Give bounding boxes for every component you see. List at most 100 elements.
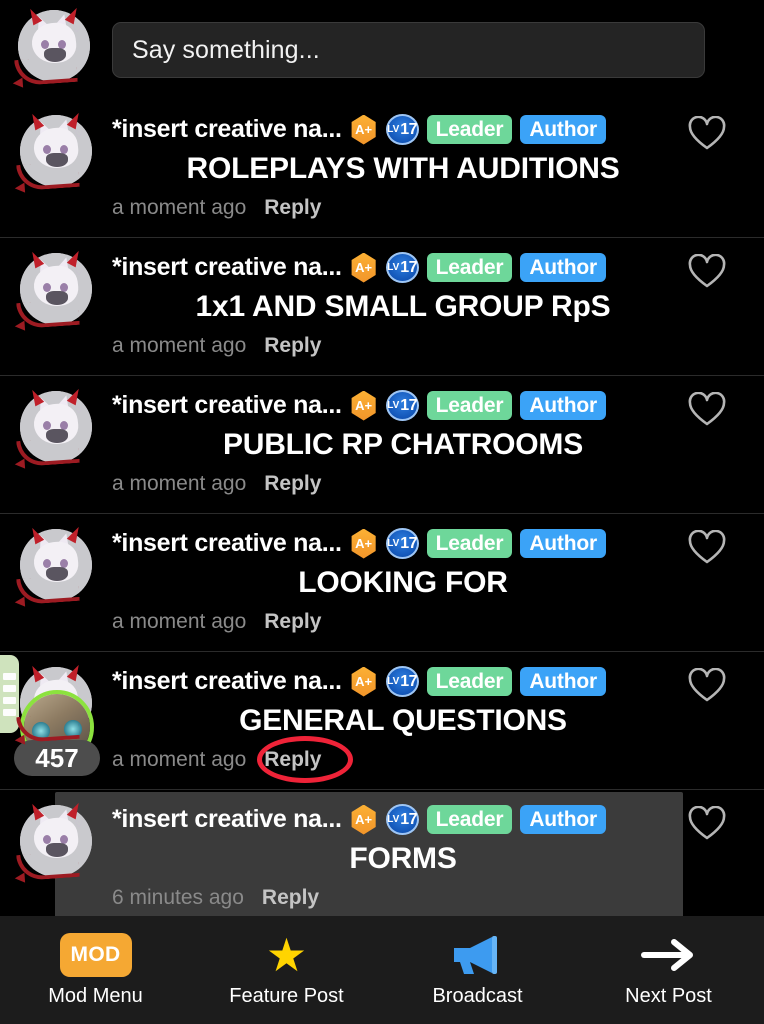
composer-avatar[interactable]: ♡ bbox=[14, 5, 90, 87]
level-badge-icon: LV 17 bbox=[385, 114, 419, 145]
reply-annotation-circle bbox=[257, 736, 353, 783]
bottom-toolbar: MOD Mod Menu ★ Feature Post Broadcast Ne… bbox=[0, 916, 764, 1024]
gem-badge-label: A+ bbox=[355, 398, 373, 413]
like-button[interactable] bbox=[687, 254, 727, 290]
comment-meta: *insert creative na... A+ LV 17 Leader Au… bbox=[112, 390, 606, 421]
like-button[interactable] bbox=[687, 116, 727, 152]
comment-text: 1x1 AND SMALL GROUP RpS bbox=[195, 290, 611, 323]
toolbar-label: Feature Post bbox=[229, 984, 344, 1007]
comment-list: ♡ *insert creative na... A+ LV 17 Leader … bbox=[0, 100, 764, 928]
like-button[interactable] bbox=[687, 668, 727, 704]
devil-tail-icon bbox=[16, 850, 80, 882]
avatar: ♡ bbox=[16, 110, 92, 192]
reply-link[interactable]: Reply bbox=[264, 334, 321, 358]
avatar: ♡ bbox=[16, 248, 92, 330]
leader-tag: Leader bbox=[426, 391, 513, 420]
gem-badge-label: A+ bbox=[355, 674, 373, 689]
author-tag: Author bbox=[520, 805, 606, 834]
level-badge-prefix: LV bbox=[387, 814, 400, 825]
like-button[interactable] bbox=[687, 530, 727, 566]
level-badge-icon: LV 17 bbox=[385, 252, 419, 283]
gem-badge-icon: A+ bbox=[350, 666, 378, 697]
heart-decoration-icon: ♡ bbox=[74, 405, 83, 415]
level-badge-number: 17 bbox=[400, 810, 418, 828]
comment-avatar[interactable]: ♡ bbox=[16, 386, 92, 468]
comment-meta: *insert creative na... A+ LV 17 Leader Au… bbox=[112, 528, 606, 559]
reply-link[interactable]: Reply bbox=[264, 610, 321, 634]
comment-text: ROLEPLAYS WITH AUDITIONS bbox=[186, 152, 620, 185]
comment-text: PUBLIC RP CHATROOMS bbox=[222, 428, 584, 461]
devil-tail-icon bbox=[16, 574, 80, 606]
heart-icon bbox=[688, 392, 726, 426]
heart-decoration-icon: ♡ bbox=[74, 267, 83, 277]
avatar: ♡ bbox=[16, 800, 92, 882]
toolbar-item-mod-menu[interactable]: MOD Mod Menu bbox=[0, 932, 191, 1008]
comment-row[interactable]: ♡ *insert creative na... A+ LV 17 Leader … bbox=[0, 790, 764, 928]
comment-row[interactable]: ♡ *insert creative na... A+ LV 17 Leader … bbox=[0, 100, 764, 238]
comment-text: GENERAL QUESTIONS bbox=[239, 704, 567, 737]
gem-badge-label: A+ bbox=[355, 122, 373, 137]
comment-text: FORMS bbox=[349, 842, 457, 875]
gem-badge-icon: A+ bbox=[350, 390, 378, 421]
level-badge-prefix: LV bbox=[387, 676, 400, 687]
toolbar-item-broadcast[interactable]: Broadcast bbox=[382, 933, 573, 1008]
heart-icon bbox=[688, 530, 726, 564]
comment-avatar[interactable]: ♡ bbox=[16, 248, 92, 330]
comment-row[interactable]: ♡ *insert creative na... A+ LV 17 Leader … bbox=[0, 376, 764, 514]
author-tag: Author bbox=[520, 529, 606, 558]
arrow-right-icon bbox=[640, 938, 693, 971]
comment-username[interactable]: *insert creative na... bbox=[112, 253, 342, 282]
heart-icon bbox=[688, 116, 726, 150]
reply-link[interactable]: Reply bbox=[264, 472, 321, 496]
handle-line bbox=[3, 708, 16, 716]
level-badge-icon: LV 17 bbox=[385, 528, 419, 559]
comment-avatar[interactable]: ♡ bbox=[16, 800, 92, 882]
comment-username[interactable]: *insert creative na... bbox=[112, 805, 342, 834]
comment-footer: a moment ago Reply bbox=[112, 472, 321, 496]
level-badge-prefix: LV bbox=[387, 400, 400, 411]
leader-tag: Leader bbox=[426, 115, 513, 144]
heart-decoration-icon: ♡ bbox=[72, 24, 81, 34]
devil-tail-icon bbox=[16, 298, 80, 330]
comment-username[interactable]: *insert creative na... bbox=[112, 667, 342, 696]
level-badge-prefix: LV bbox=[387, 538, 400, 549]
handle-line bbox=[3, 672, 16, 680]
toolbar-label: Broadcast bbox=[432, 984, 523, 1007]
like-button[interactable] bbox=[687, 806, 727, 842]
comment-timestamp: a moment ago bbox=[112, 610, 247, 633]
gem-badge-icon: A+ bbox=[350, 114, 378, 145]
handle-line bbox=[3, 684, 16, 692]
comment-avatar[interactable]: ♡ bbox=[16, 110, 92, 192]
comment-meta: *insert creative na... A+ LV 17 Leader Au… bbox=[112, 252, 606, 283]
comment-username[interactable]: *insert creative na... bbox=[112, 391, 342, 420]
megaphone-icon bbox=[453, 935, 497, 974]
heart-icon bbox=[688, 254, 726, 288]
comment-username[interactable]: *insert creative na... bbox=[112, 529, 342, 558]
toolbar-item-feature-post[interactable]: ★ Feature Post bbox=[191, 928, 382, 1008]
comment-avatar[interactable]: ♡ bbox=[16, 524, 92, 606]
toolbar-label: Mod Menu bbox=[48, 984, 143, 1007]
comment-row[interactable]: ♡ *insert creative na... A+ LV 17 Leader … bbox=[0, 238, 764, 376]
gem-badge-label: A+ bbox=[355, 260, 373, 275]
like-button[interactable] bbox=[687, 392, 727, 428]
reply-link[interactable]: Reply bbox=[262, 886, 319, 910]
mod-badge-icon: MOD bbox=[59, 932, 132, 977]
comment-username[interactable]: *insert creative na... bbox=[112, 115, 342, 144]
level-badge-number: 17 bbox=[400, 396, 418, 414]
level-badge-number: 17 bbox=[400, 672, 418, 690]
heart-decoration-icon: ♡ bbox=[74, 543, 83, 553]
gem-badge-label: A+ bbox=[355, 536, 373, 551]
comment-row[interactable]: ♡ *insert creative na... A+ LV 17 Leader … bbox=[0, 652, 764, 790]
heart-icon bbox=[688, 806, 726, 840]
devil-tail-icon bbox=[14, 55, 78, 87]
level-badge-number: 17 bbox=[400, 120, 418, 138]
comment-input[interactable]: Say something... bbox=[112, 22, 705, 78]
star-icon: ★ bbox=[265, 928, 308, 981]
toolbar-item-next-post[interactable]: Next Post bbox=[573, 933, 764, 1008]
reply-link[interactable]: Reply bbox=[264, 196, 321, 220]
comment-text: LOOKING FOR bbox=[298, 566, 508, 599]
comment-row[interactable]: ♡ *insert creative na... A+ LV 17 Leader … bbox=[0, 514, 764, 652]
level-badge-icon: LV 17 bbox=[385, 804, 419, 835]
leader-tag: Leader bbox=[426, 667, 513, 696]
avatar: ♡ bbox=[16, 524, 92, 606]
